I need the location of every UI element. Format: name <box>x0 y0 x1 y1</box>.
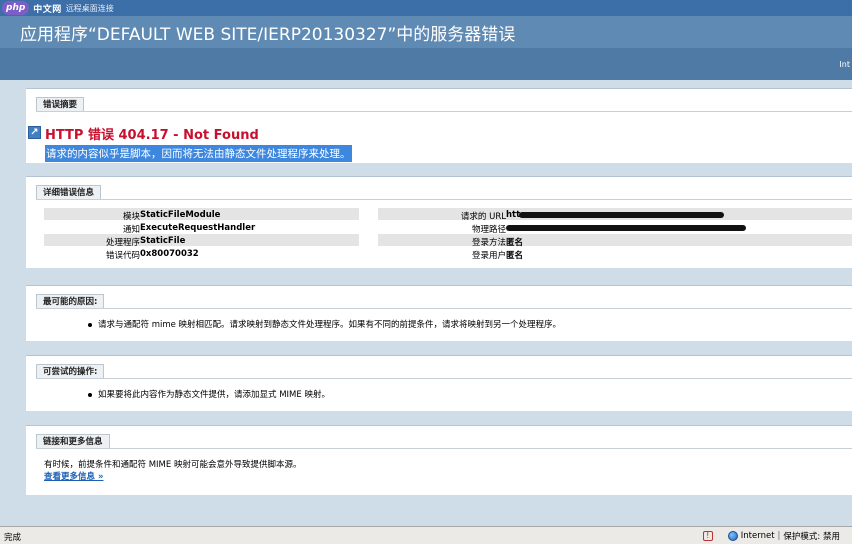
detail-key-logon-method: 登录方法 <box>471 238 506 248</box>
status-separator: | <box>777 531 781 541</box>
detailed-error-panel: 详细错误信息 模块 StaticFileModule 通知 ExecuteReq… <box>26 176 852 268</box>
things-to-try-label: 可尝试的操作: <box>36 364 105 379</box>
divider <box>36 199 852 200</box>
status-bar: 完成 ! Internet | 保护模式: 禁用 <box>0 526 852 544</box>
likely-causes-label: 最可能的原因: <box>36 294 105 309</box>
globe-icon <box>727 531 738 541</box>
detail-key-notification: 通知 <box>122 225 140 235</box>
detail-key-module: 模块 <box>122 212 140 222</box>
links-label: 链接和更多信息 <box>36 434 110 449</box>
bullet-icon <box>88 392 92 397</box>
links-panel: 链接和更多信息 有时候，前提条件和通配符 MIME 映射可能会意外导致提供脚本源… <box>26 425 852 495</box>
detail-key-handler: 处理程序 <box>105 238 140 248</box>
cause-text: 请求与通配符 mime 映射相匹配。请求映射到静态文件处理程序。如果有不同的前提… <box>98 320 562 330</box>
detail-value-logon-user: 匿名 <box>506 251 524 261</box>
status-text: 完成 <box>4 533 22 543</box>
things-to-try-panel: 可尝试的操作: 如果要将此内容作为静态文件提供，请添加显式 MIME 映射。 <box>26 355 852 411</box>
redacted-url <box>519 212 724 218</box>
divider <box>36 111 852 112</box>
more-info-link[interactable]: 查看更多信息 » <box>44 470 103 482</box>
detail-value-logon-method: 匿名 <box>506 238 524 248</box>
error-description: 请求的内容似乎是脚本，因而将无法由静态文件处理程序来处理。 <box>45 145 352 162</box>
error-summary-panel: 错误摘要 ↗ HTTP 错误 404.17 - Not Found 请求的内容似… <box>26 88 852 163</box>
error-arrow-icon: ↗ <box>28 126 41 139</box>
list-item: 如果要将此内容作为静态文件提供，请添加显式 MIME 映射。 <box>88 388 330 400</box>
detail-key-physical-path: 物理路径 <box>471 225 506 235</box>
detail-value-notification: ExecuteRequestHandler <box>140 223 256 233</box>
detailed-error-label: 详细错误信息 <box>36 185 102 200</box>
error-summary-label: 错误摘要 <box>36 97 85 112</box>
detail-key-error-code: 错误代码 <box>105 251 140 261</box>
page-title: 应用程序“DEFAULT WEB SITE/IERP20130327”中的服务器… <box>20 25 516 45</box>
error-heading: HTTP 错误 404.17 - Not Found <box>45 128 259 143</box>
watermark: php 中文网 远程桌面连接 <box>2 0 114 16</box>
action-text: 如果要将此内容作为静态文件提供，请添加显式 MIME 映射。 <box>98 390 330 400</box>
detail-value-module: StaticFileModule <box>140 210 221 220</box>
links-text: 有时候，前提条件和通配符 MIME 映射可能会意外导致提供脚本源。 <box>44 460 302 470</box>
sub-header: Int <box>0 48 852 80</box>
zone-label: Internet <box>740 531 775 541</box>
page-header: 应用程序“DEFAULT WEB SITE/IERP20130327”中的服务器… <box>0 16 852 48</box>
detail-value-handler: StaticFile <box>140 236 186 246</box>
detail-key-url: 请求的 URL <box>460 212 506 222</box>
protected-mode-label[interactable]: 保护模式: 禁用 <box>783 530 840 542</box>
remote-desktop-title: 远程桌面连接 <box>65 3 114 13</box>
redacted-physical-path <box>506 225 746 231</box>
divider <box>36 378 852 379</box>
sub-header-text: Int <box>839 60 850 69</box>
bullet-icon <box>88 322 92 327</box>
divider <box>36 448 852 449</box>
detail-key-logon-user: 登录用户 <box>471 251 506 261</box>
list-item: 请求与通配符 mime 映射相匹配。请求映射到静态文件处理程序。如果有不同的前提… <box>88 318 561 330</box>
likely-causes-panel: 最可能的原因: 请求与通配符 mime 映射相匹配。请求映射到静态文件处理程序。… <box>26 285 852 341</box>
watermark-site: 中文网 <box>33 4 62 15</box>
security-report-icon[interactable]: ! <box>702 531 713 541</box>
divider <box>36 308 852 309</box>
top-bar: php 中文网 远程桌面连接 <box>0 0 852 16</box>
watermark-logo: php <box>2 1 30 15</box>
detail-value-error-code: 0x80070032 <box>140 249 199 259</box>
status-zone: ! Internet | 保护模式: 禁用 <box>702 530 840 542</box>
content-area: 错误摘要 ↗ HTTP 错误 404.17 - Not Found 请求的内容似… <box>0 80 852 526</box>
